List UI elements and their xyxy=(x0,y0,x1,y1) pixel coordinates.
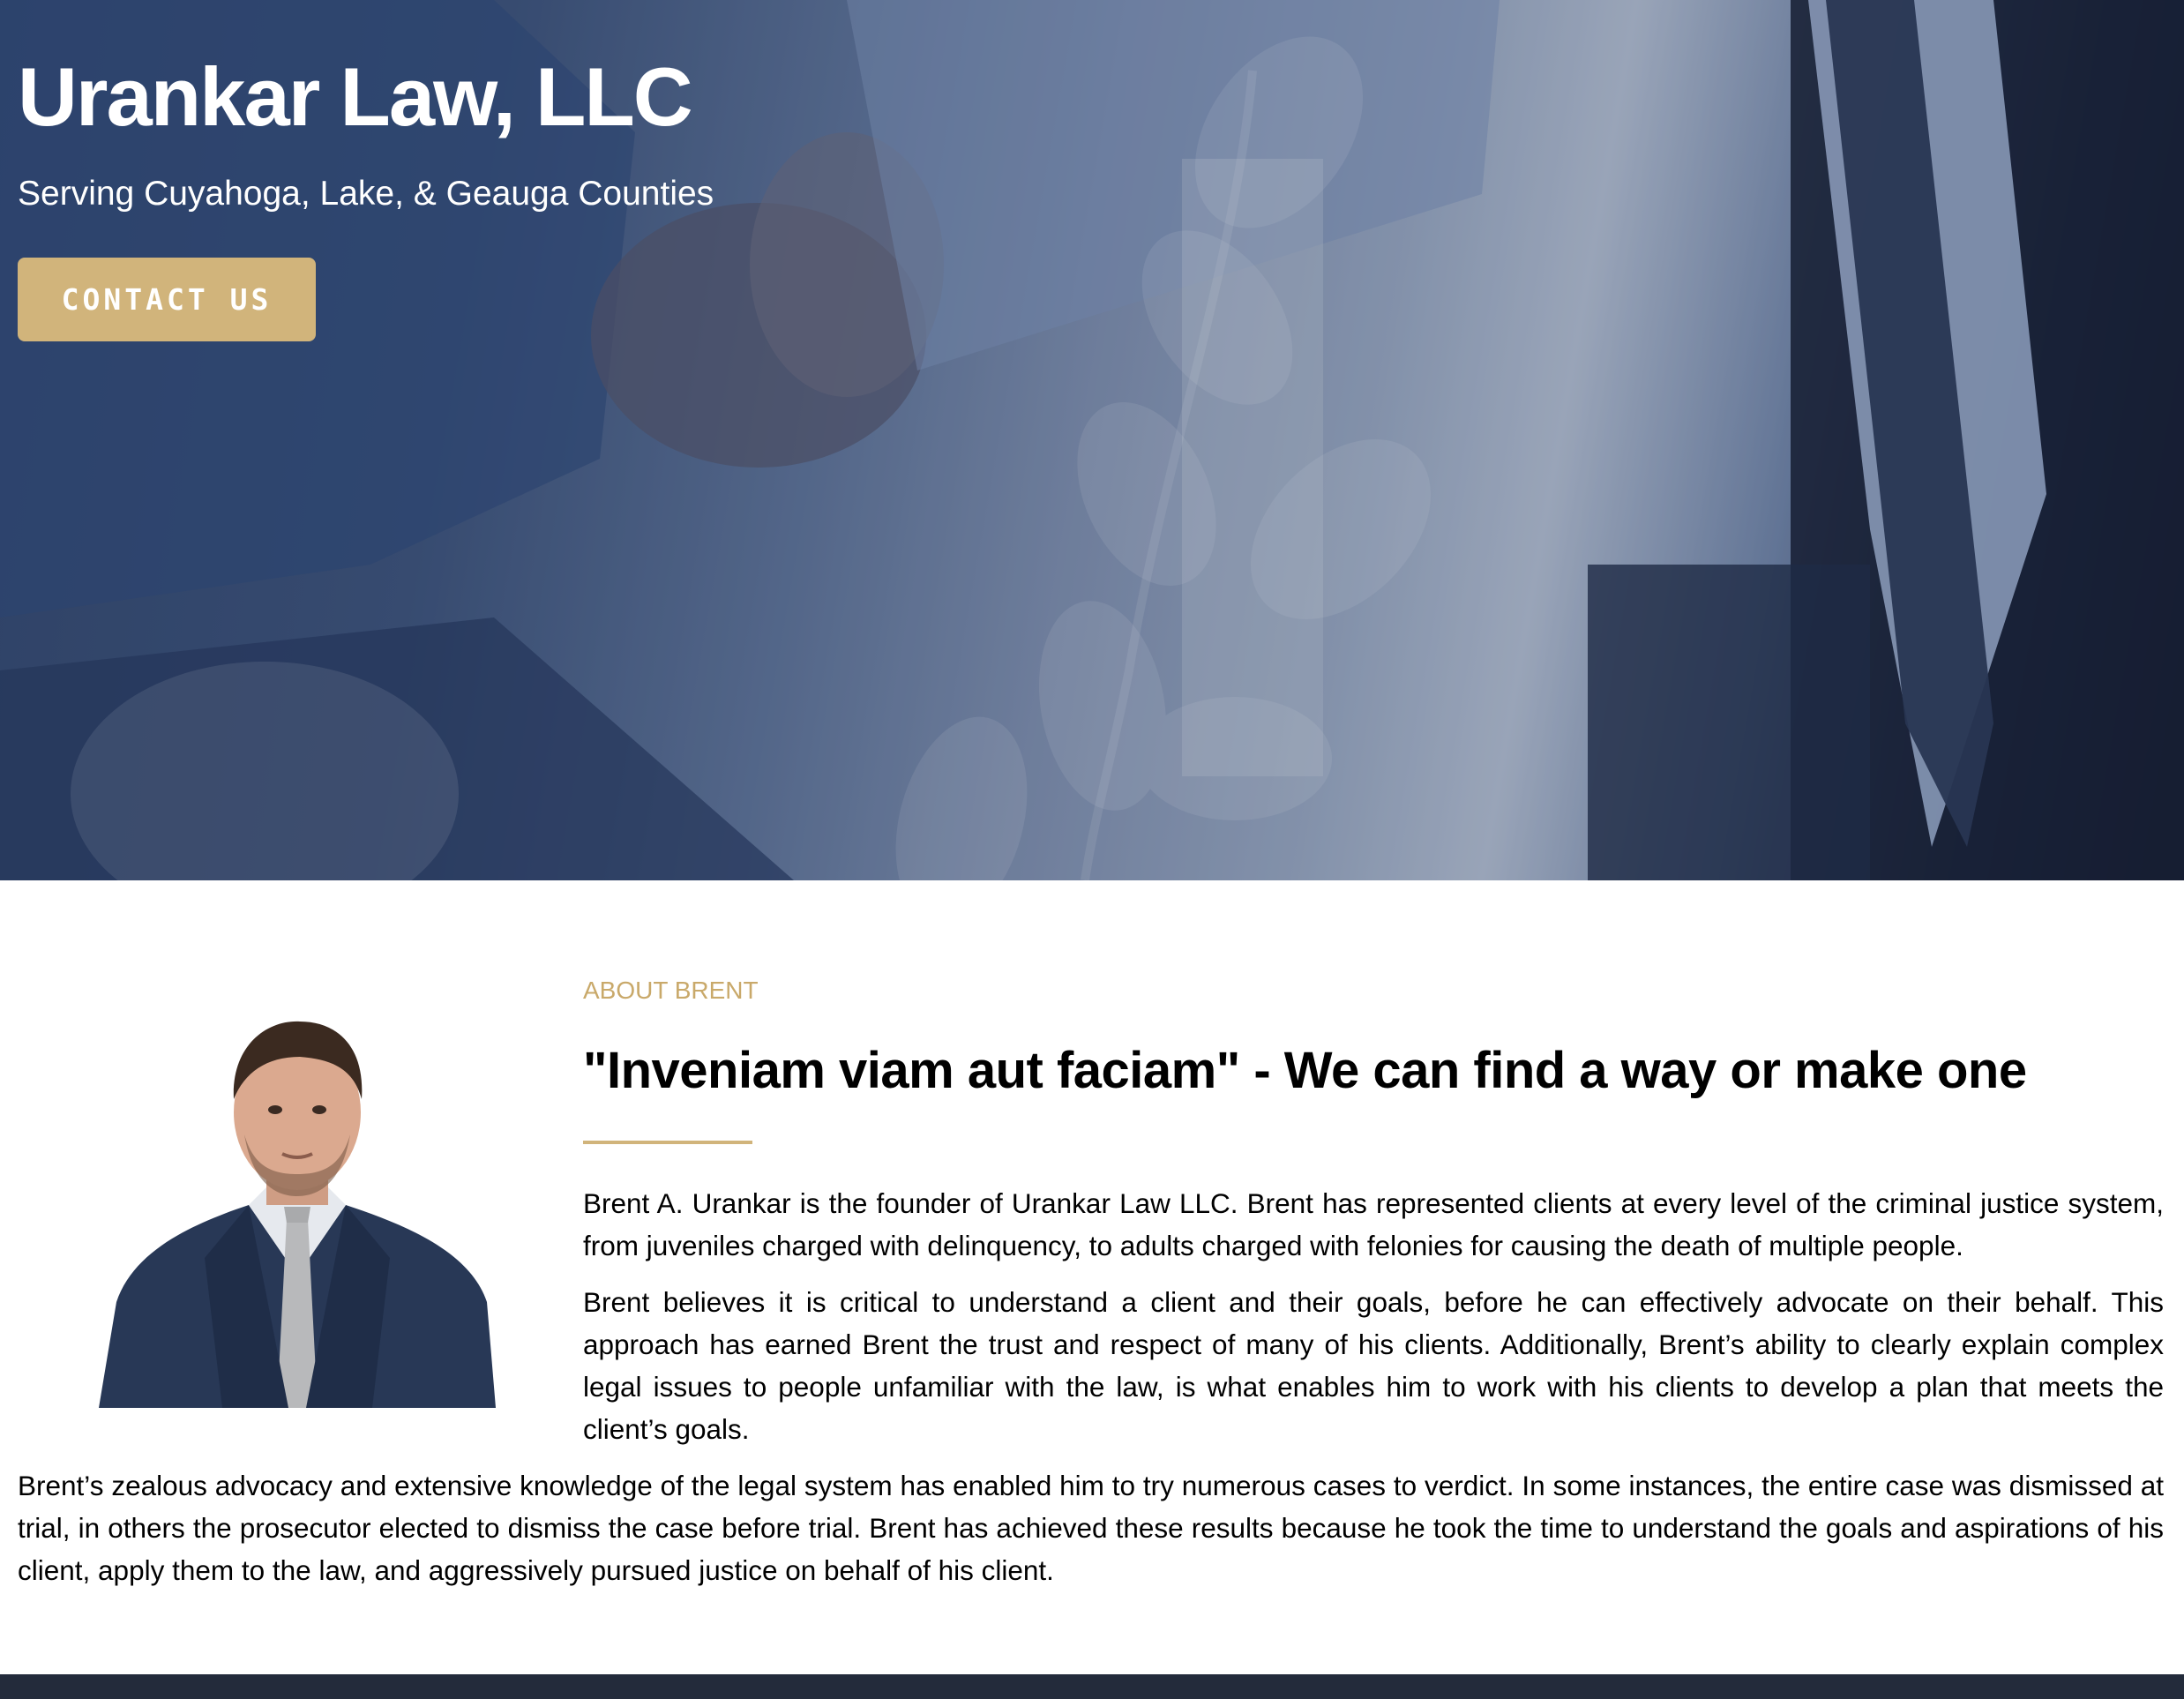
about-paragraph: Brent believes it is critical to underst… xyxy=(583,1286,2164,1445)
contact-us-button[interactable]: CONTACT US xyxy=(18,258,316,341)
about-paragraph: Brent’s zealous advocacy and extensive k… xyxy=(18,1470,2164,1586)
footer-band xyxy=(0,1674,2184,1699)
attorney-portrait xyxy=(99,1021,496,1408)
site-tagline: Serving Cuyahoga, Lake, & Geauga Countie… xyxy=(18,175,714,213)
about-paragraph: Brent A. Urankar is the founder of Urank… xyxy=(583,1187,2164,1261)
heading-divider xyxy=(583,1141,752,1144)
site-title: Urankar Law, LLC xyxy=(18,50,693,143)
hero-banner: Urankar Law, LLC Serving Cuyahoga, Lake,… xyxy=(0,0,2184,880)
about-heading: "Inveniam viam aut faciam" - We can find… xyxy=(583,1042,2027,1099)
about-eyebrow-label: ABOUT BRENT xyxy=(583,977,759,1004)
about-body: Brent A. Urankar is the founder of Urank… xyxy=(583,1182,2164,1464)
